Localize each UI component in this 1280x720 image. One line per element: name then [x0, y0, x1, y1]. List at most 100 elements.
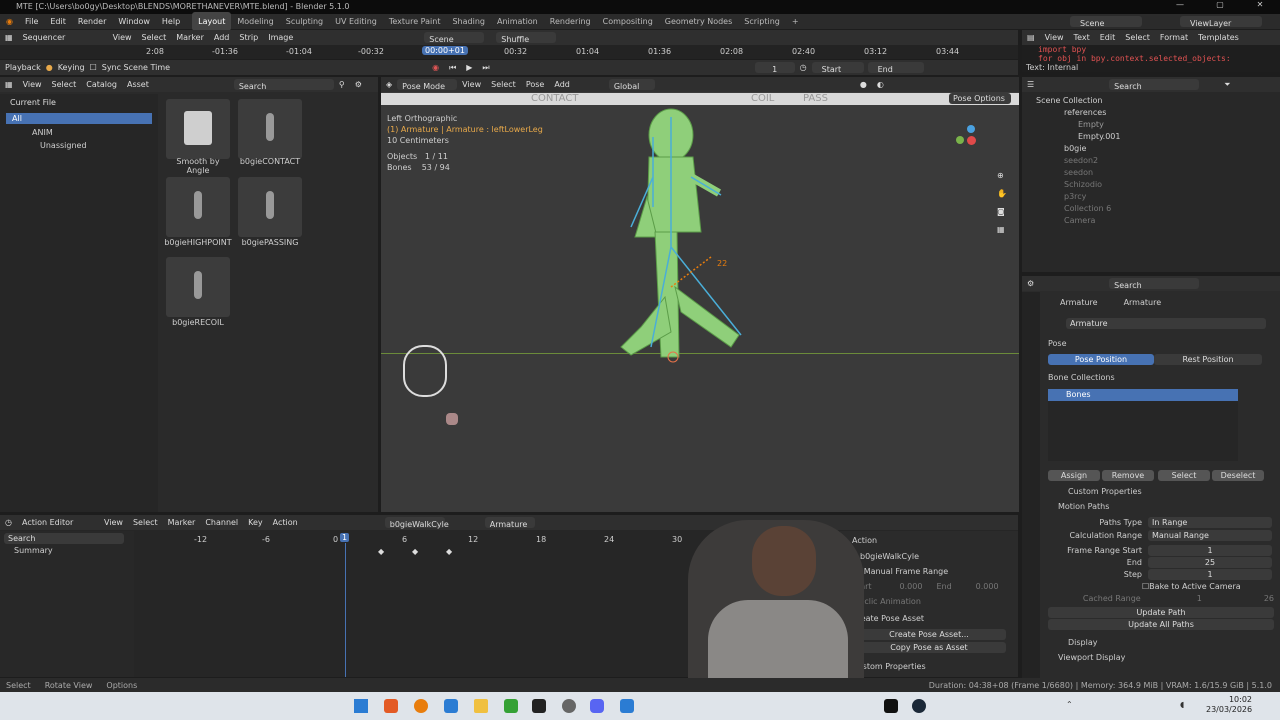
frame-range-start-field[interactable]: 1	[1148, 545, 1272, 556]
keyframe-icon[interactable]: ◆	[446, 547, 452, 556]
seq-playhead[interactable]: 00:00+01	[422, 46, 468, 55]
asset-menu-catalog[interactable]: Catalog	[81, 77, 122, 92]
zoom-icon[interactable]: ⊕	[997, 167, 1007, 185]
copy-pose-asset-button[interactable]: Copy Pose as Asset	[852, 642, 1006, 653]
jump-end-icon[interactable]: ⏭	[477, 60, 494, 75]
pan-hand-icon[interactable]: ✋	[997, 185, 1007, 203]
discord-icon[interactable]	[590, 699, 604, 713]
ae-menu-marker[interactable]: Marker	[163, 515, 201, 530]
outliner-item[interactable]: Camera	[1022, 215, 1280, 227]
outliner-item[interactable]: p3rcy	[1022, 191, 1280, 203]
sequencer-editor-label[interactable]: Sequencer	[18, 30, 108, 45]
action-panel-title[interactable]: Action	[840, 531, 1018, 550]
end-value[interactable]: 0.000	[976, 582, 999, 591]
outliner-item[interactable]: Collection 6	[1022, 203, 1280, 215]
asset-item[interactable]	[166, 99, 230, 159]
current-file-dropdown[interactable]: Current File	[0, 94, 158, 111]
scene-collection-row[interactable]: Scene Collection	[1022, 95, 1280, 107]
seq-shuffle-field[interactable]: Shuffle	[496, 32, 557, 44]
asset-search-input[interactable]: Search	[233, 79, 334, 91]
action-name[interactable]: b0gieWalkCyle	[840, 550, 1018, 563]
vp-menu-select[interactable]: Select	[486, 77, 521, 92]
taskbar-clock[interactable]: 10:02 23/03/2026	[1206, 695, 1252, 715]
text-menu-view[interactable]: View	[1040, 30, 1069, 45]
minimize-button[interactable]: —	[1160, 0, 1200, 14]
catalog-all[interactable]: All	[6, 113, 152, 124]
outliner-search-input[interactable]: Search	[1109, 79, 1200, 91]
blender-logo-icon[interactable]: ◉	[0, 14, 19, 29]
properties-search-input[interactable]: Search	[1109, 278, 1200, 290]
summary-channel[interactable]: Summary	[0, 546, 134, 555]
speaker-icon[interactable]: ◖	[1180, 700, 1184, 709]
seq-menu-view[interactable]: View	[108, 30, 137, 45]
outliner-item[interactable]: Empty.001	[1022, 131, 1280, 143]
viewlayer-selector[interactable]: ViewLayer	[1180, 16, 1262, 28]
viewport-editor-icon[interactable]: ◈	[381, 77, 397, 92]
menu-edit[interactable]: Edit	[44, 14, 72, 29]
pose-position-button[interactable]: Pose Position	[1048, 354, 1154, 365]
editor-type-icon[interactable]: ▦	[0, 30, 18, 45]
asset-item[interactable]	[238, 99, 302, 159]
code-area[interactable]: import bpy for obj in bpy.context.select…	[1022, 45, 1280, 63]
start-windows-icon[interactable]	[354, 699, 368, 713]
outliner-item[interactable]: Empty	[1022, 119, 1280, 131]
record-button[interactable]: ◉	[427, 60, 444, 75]
maximize-button[interactable]: ▢	[1200, 0, 1240, 14]
todo-icon[interactable]	[444, 699, 458, 713]
3d-viewport[interactable]: ◈ Pose Mode View Select Pose Add Global …	[381, 77, 1019, 512]
catalog-anim[interactable]: ANIM	[0, 126, 158, 139]
tab-layout[interactable]: Layout	[192, 12, 232, 31]
frame-range-end-field[interactable]: 25	[1148, 557, 1272, 568]
tab-shading[interactable]: Shading	[446, 12, 491, 31]
cyclic-animation[interactable]: Cyclic Animation	[840, 593, 1018, 610]
paths-type-dropdown[interactable]: In Range	[1148, 517, 1272, 528]
keyframe-icon[interactable]: ◆	[378, 547, 384, 556]
file-explorer-icon[interactable]	[474, 699, 488, 713]
tab-sculpting[interactable]: Sculpting	[280, 12, 329, 31]
start-frame-field[interactable]: Start 1	[811, 62, 864, 89]
tab-animation[interactable]: Animation	[491, 12, 544, 31]
text-menu-format[interactable]: Format	[1155, 30, 1193, 45]
ae-menu-channel[interactable]: Channel	[200, 515, 243, 530]
tab-compositing[interactable]: Compositing	[597, 12, 659, 31]
text-menu-edit[interactable]: Edit	[1095, 30, 1121, 45]
asset-item[interactable]	[238, 177, 302, 237]
playhead-frame[interactable]: 1	[340, 533, 350, 542]
seq-menu-marker[interactable]: Marker	[171, 30, 209, 45]
asset-item[interactable]	[166, 177, 230, 237]
menu-window[interactable]: Window	[112, 14, 156, 29]
channel-search-input[interactable]: Search	[4, 533, 124, 544]
create-pose-asset-button[interactable]: Create Pose Asset...	[852, 629, 1006, 640]
action-editor-mode[interactable]: Action Editor	[17, 515, 99, 530]
seq-menu-add[interactable]: Add	[209, 30, 235, 45]
tab-scripting[interactable]: Scripting	[738, 12, 786, 31]
play-button[interactable]: ▶	[461, 60, 477, 75]
properties-icon[interactable]: ⚙	[1022, 276, 1039, 291]
create-pose-asset-section[interactable]: Create Pose Asset	[840, 610, 1018, 627]
vp-menu-view[interactable]: View	[457, 77, 486, 92]
sequencer-timeline[interactable]: 2:08 -01:36 -01:04 -00:32 00:00+01 00:32…	[0, 45, 1018, 59]
outliner-item[interactable]: Schizodio	[1022, 179, 1280, 191]
armature-name-field[interactable]: Armature	[1066, 318, 1266, 329]
text-editor-icon[interactable]: ▤	[1022, 30, 1040, 45]
menu-render[interactable]: Render	[72, 14, 112, 29]
tab-texture-paint[interactable]: Texture Paint	[383, 12, 447, 31]
shading-material-icon[interactable]: ◐	[872, 77, 889, 92]
close-window-button[interactable]: ✕	[1240, 0, 1280, 14]
asset-menu-select[interactable]: Select	[47, 77, 82, 92]
pose-options-button[interactable]: Pose Options	[949, 93, 1011, 104]
text-menu-templates[interactable]: Templates	[1193, 30, 1244, 45]
character-model[interactable]	[591, 97, 771, 377]
keying-menu[interactable]: Keying	[53, 60, 90, 75]
catalog-unassigned[interactable]: Unassigned	[0, 139, 158, 152]
obs-icon[interactable]	[562, 699, 576, 713]
tab-rendering[interactable]: Rendering	[544, 12, 597, 31]
pose-section[interactable]: Pose	[1048, 339, 1274, 348]
terminal-icon[interactable]	[532, 699, 546, 713]
seq-scene-field[interactable]: Scene	[424, 32, 485, 44]
tab-modeling[interactable]: Modeling	[231, 12, 279, 31]
tray-chevron-icon[interactable]: ⌃	[1066, 700, 1073, 709]
calc-range-dropdown[interactable]: Manual Range	[1148, 530, 1272, 541]
playhead-line[interactable]	[345, 543, 346, 677]
gizmo-x-icon[interactable]	[967, 136, 976, 145]
